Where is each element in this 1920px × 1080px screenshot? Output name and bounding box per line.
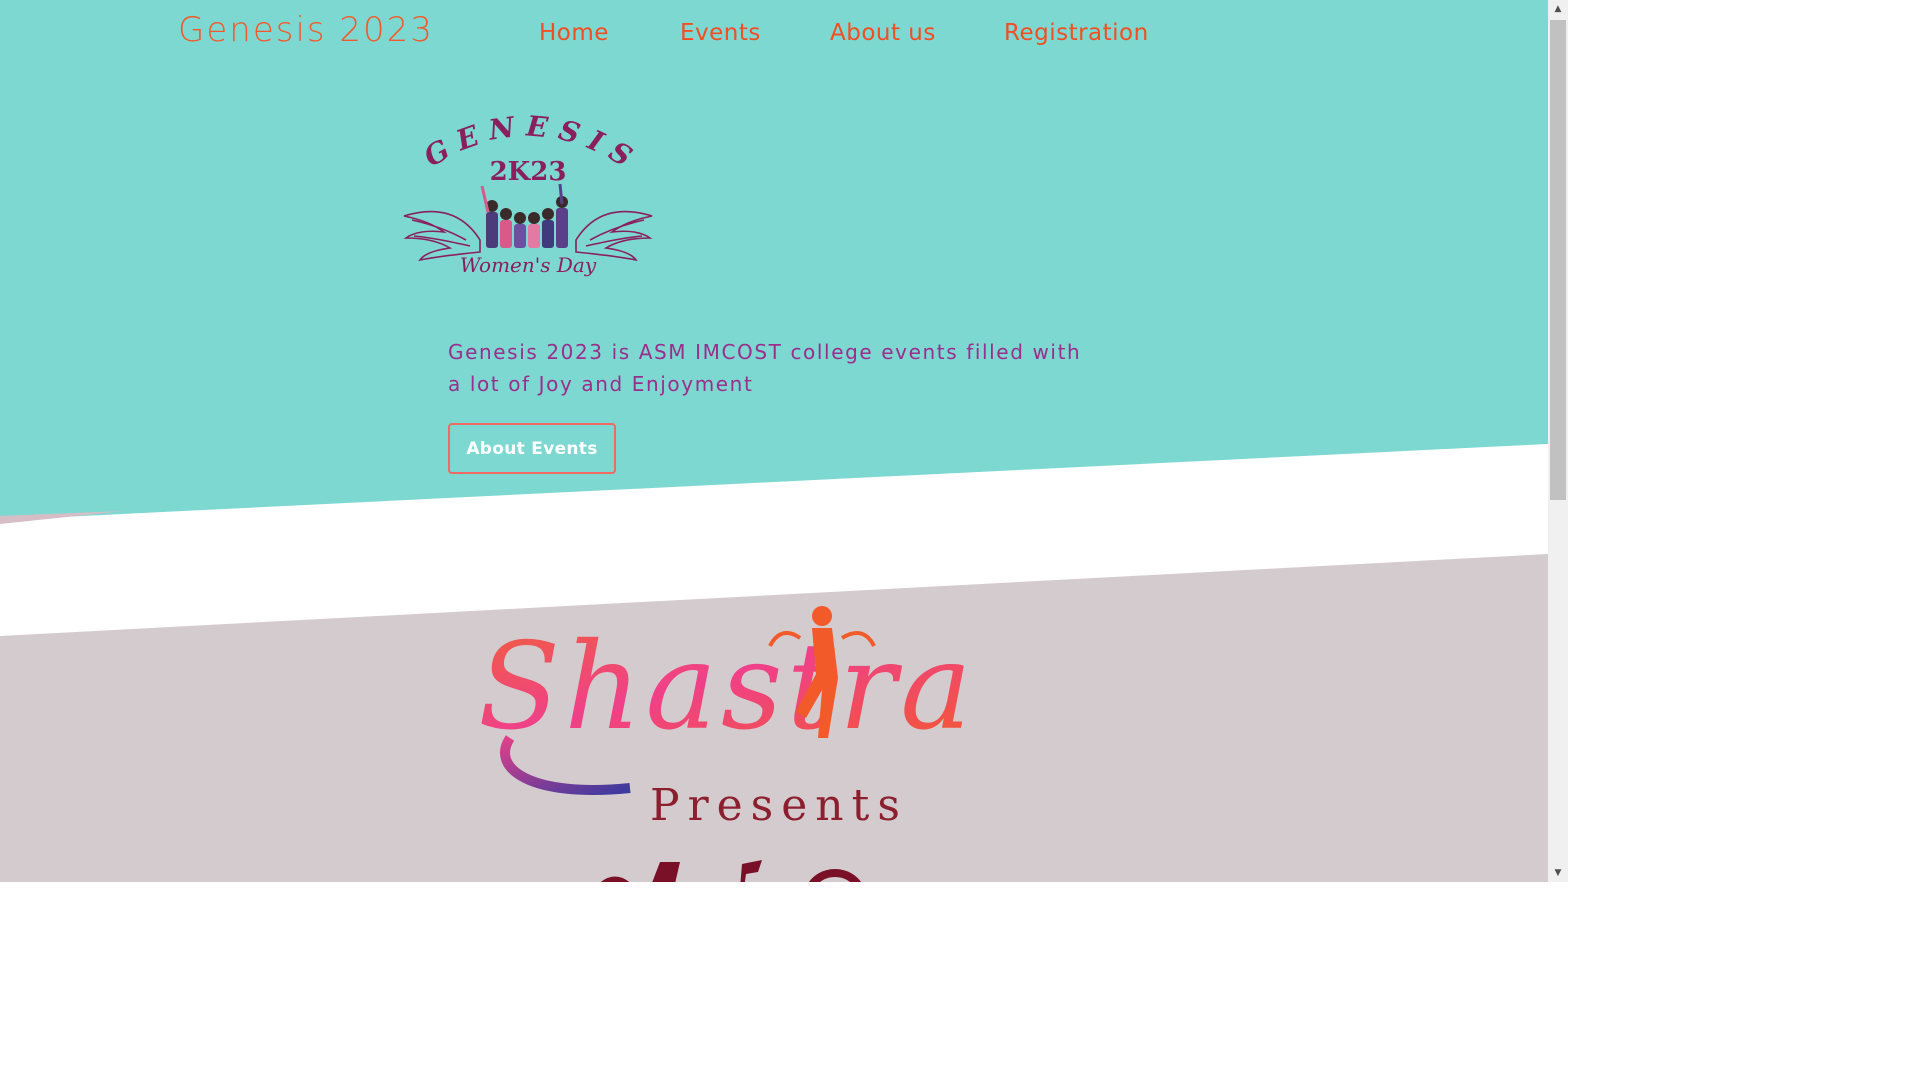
vertical-scrollbar[interactable]: ▲ ▼ bbox=[1548, 0, 1568, 882]
nav-link-about-us[interactable]: About us bbox=[830, 20, 956, 46]
genesis-logo: GENESIS 2K23 Women's Day bbox=[403, 112, 653, 277]
women-group-icon bbox=[480, 183, 568, 248]
page: Genesis 2023 Home Events About us Regist… bbox=[0, 0, 1548, 882]
hero-background bbox=[0, 0, 1548, 520]
hero-description: Genesis 2023 is ASM IMCOST college event… bbox=[448, 340, 1082, 396]
nav-link-registration[interactable]: Registration bbox=[1004, 20, 1149, 46]
brand-title[interactable]: Genesis 2023 bbox=[178, 10, 434, 50]
about-events-button[interactable]: About Events bbox=[448, 423, 616, 474]
logo-year-text: 2K23 bbox=[490, 157, 567, 187]
shastra-title-art: Shastra bbox=[478, 606, 976, 795]
scrollbar-thumb[interactable] bbox=[1550, 20, 1566, 500]
main-nav: Home Events About us Registration bbox=[539, 20, 1197, 46]
logo-tagline: Women's Day bbox=[460, 253, 597, 277]
scroll-down-arrow-icon[interactable]: ▼ bbox=[1548, 864, 1568, 882]
presents-text: Presents bbox=[650, 780, 908, 831]
event-title-art-partial bbox=[600, 860, 861, 882]
nav-link-home[interactable]: Home bbox=[539, 20, 632, 46]
nav-link-events[interactable]: Events bbox=[680, 20, 782, 46]
shastra-title-text: Shastra bbox=[478, 618, 976, 757]
scroll-up-arrow-icon[interactable]: ▲ bbox=[1548, 0, 1568, 18]
